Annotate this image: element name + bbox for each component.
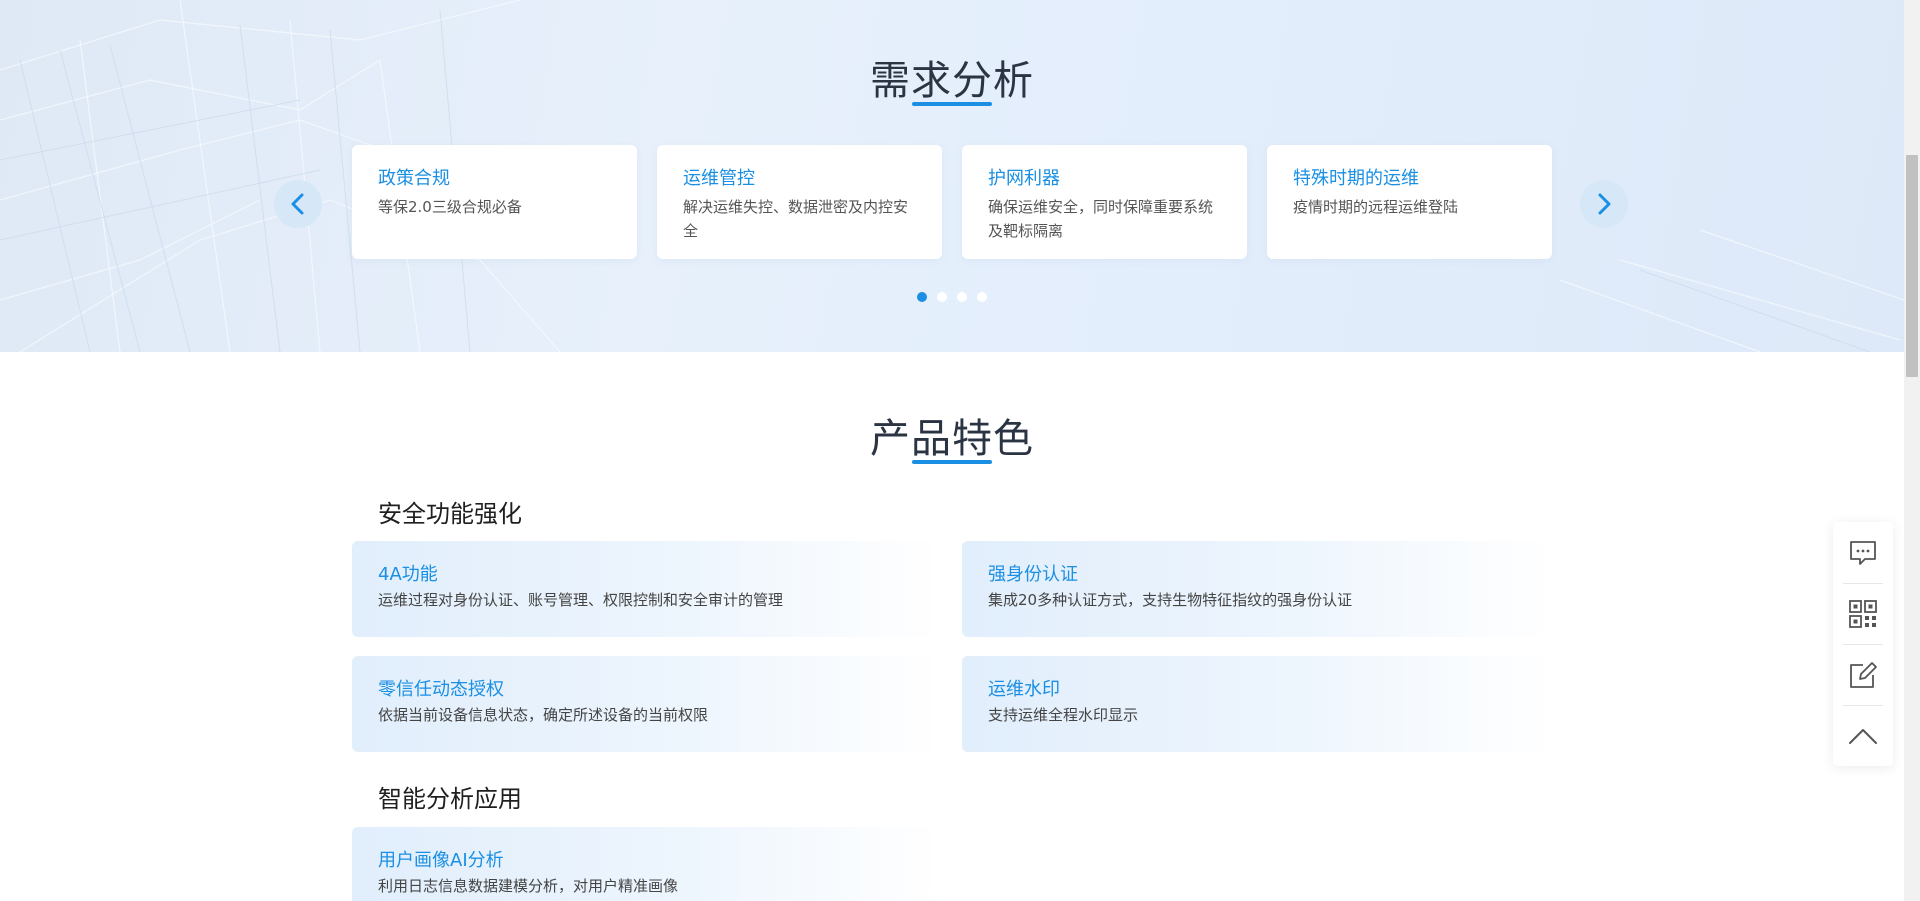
carousel-dot-4[interactable] [977,292,987,302]
feature-group-title-security: 安全功能强化 [378,500,522,528]
feature-card-desc: 利用日志信息数据建模分析，对用户精准画像 [378,877,679,895]
demand-card-title: 特殊时期的运维 [1293,168,1419,189]
demand-card-desc: 疫情时期的远程运维登陆 [1293,198,1459,216]
chat-icon [1850,540,1876,565]
feature-card-desc: 支持运维全程水印显示 [988,706,1139,724]
back-to-top-button[interactable] [1833,705,1893,766]
floating-toolbar [1833,522,1893,766]
demand-card-special-period[interactable]: 特殊时期的运维 疫情时期的远程运维登陆 [1267,145,1552,259]
carousel-dot-2[interactable] [937,292,947,302]
carousel-dot-3[interactable] [957,292,967,302]
demand-title-underline [912,102,992,106]
demand-card-desc: 确保运维安全，同时保障重要系统及靶标隔离 [988,198,1214,240]
feature-card-title: 4A功能 [378,564,438,585]
feedback-button[interactable] [1833,644,1893,705]
page-scrollbar-track[interactable] [1904,0,1920,901]
page-scrollbar-thumb[interactable] [1906,155,1918,377]
demand-card-hw[interactable]: 护网利器 确保运维安全，同时保障重要系统及靶标隔离 [962,145,1247,259]
feature-card-title: 运维水印 [988,679,1060,700]
demand-card-policy[interactable]: 政策合规 等保2.0三级合规必备 [352,145,637,259]
demand-section-title: 需求分析 [870,58,1034,104]
qrcode-button[interactable] [1833,583,1893,644]
feature-card-desc: 依据当前设备信息状态，确定所述设备的当前权限 [378,706,709,724]
demand-card-title: 政策合规 [378,168,450,189]
demand-analysis-section: 需求分析 政策合规 等保2.0三级合规必备 运维管控 解决运维失控、数据泄密及内… [0,0,1904,352]
demand-card-title: 运维管控 [683,168,755,189]
carousel-prev-button[interactable] [274,180,322,228]
demand-card-title: 护网利器 [988,168,1060,189]
chat-button[interactable] [1833,522,1893,583]
demand-card-ops-control[interactable]: 运维管控 解决运维失控、数据泄密及内控安全 [657,145,942,259]
edit-icon [1850,661,1877,688]
feature-card-title: 强身份认证 [988,564,1078,585]
demand-card-desc: 解决运维失控、数据泄密及内控安全 [683,198,909,240]
feature-card-4a[interactable]: 4A功能 运维过程对身份认证、账号管理、权限控制和安全审计的管理 [352,541,942,637]
carousel-pagination [917,292,987,302]
feature-card-title: 零信任动态授权 [378,679,504,700]
demand-card-desc: 等保2.0三级合规必备 [378,198,522,216]
feature-card-strong-auth[interactable]: 强身份认证 集成20多种认证方式，支持生物特征指纹的强身份认证 [962,541,1552,637]
feature-card-user-profile-ai[interactable]: 用户画像AI分析 利用日志信息数据建模分析，对用户精准画像 [352,827,942,901]
carousel-dot-1[interactable] [917,292,927,302]
feature-card-desc: 集成20多种认证方式，支持生物特征指纹的强身份认证 [988,591,1353,609]
qrcode-icon [1849,599,1877,628]
chevron-left-icon [291,193,304,215]
feature-card-zero-trust[interactable]: 零信任动态授权 依据当前设备信息状态，确定所述设备的当前权限 [352,656,942,752]
chevron-right-icon [1598,193,1611,215]
feature-group-title-analysis: 智能分析应用 [378,785,522,813]
back-to-top-icon [1849,728,1877,744]
features-section-title: 产品特色 [870,416,1034,462]
features-title-underline [912,460,992,464]
carousel-next-button[interactable] [1580,180,1628,228]
feature-card-desc: 运维过程对身份认证、账号管理、权限控制和安全审计的管理 [378,591,784,609]
feature-card-title: 用户画像AI分析 [378,850,504,871]
feature-card-watermark[interactable]: 运维水印 支持运维全程水印显示 [962,656,1552,752]
page: 需求分析 政策合规 等保2.0三级合规必备 运维管控 解决运维失控、数据泄密及内… [0,0,1920,901]
